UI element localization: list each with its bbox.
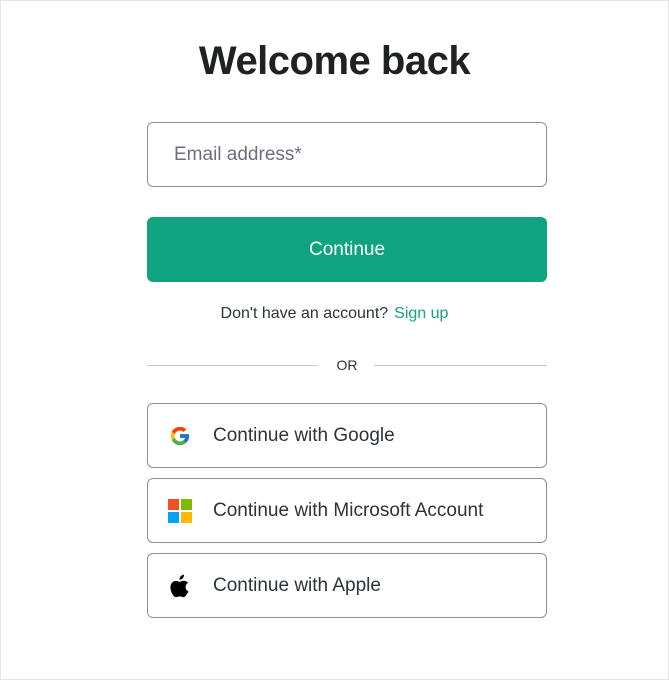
signup-prompt: Don't have an account? (220, 305, 389, 322)
continue-with-apple-button[interactable]: Continue with Apple (147, 553, 547, 618)
login-card: Welcome back Continue Don't have an acco… (0, 0, 669, 680)
apple-logo-icon (168, 574, 192, 598)
divider-line-right (374, 365, 547, 366)
google-button-label: Continue with Google (213, 424, 395, 446)
microsoft-button-label: Continue with Microsoft Account (213, 499, 484, 521)
page-title: Welcome back (198, 39, 471, 83)
signup-link[interactable]: Sign up (394, 305, 448, 322)
microsoft-logo-icon (168, 498, 192, 523)
continue-with-microsoft-button[interactable]: Continue with Microsoft Account (147, 478, 547, 543)
continue-with-google-button[interactable]: Continue with Google (147, 403, 547, 468)
or-divider: OR (147, 355, 547, 375)
apple-button-label: Continue with Apple (213, 574, 381, 596)
signup-row: Don't have an account? Sign up (1, 305, 668, 323)
continue-button[interactable]: Continue (147, 217, 547, 282)
google-logo-icon (168, 424, 192, 448)
email-field[interactable] (147, 122, 547, 187)
